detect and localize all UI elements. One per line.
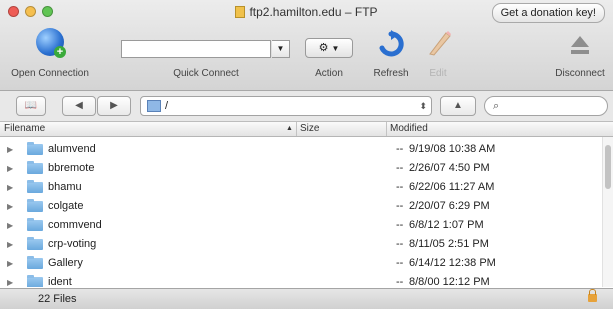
path-selector[interactable]: / ⬍ [140, 96, 432, 116]
file-list: ▶ alumvend -- 9/19/08 10:38 AM ▶ bbremot… [0, 137, 613, 287]
bookmarks-button[interactable]: 📖 [16, 96, 46, 116]
folder-icon [27, 256, 43, 269]
drive-icon [147, 100, 161, 112]
file-size: -- [396, 143, 404, 155]
column-divider[interactable] [296, 122, 297, 136]
file-row[interactable]: ▶ bbremote -- 2/26/07 4:50 PM [0, 159, 613, 178]
quick-connect-input[interactable] [121, 40, 271, 58]
donation-key-button[interactable]: Get a donation key! [491, 3, 605, 23]
plus-badge-icon: + [54, 46, 66, 58]
disclosure-triangle-icon[interactable]: ▶ [7, 216, 13, 235]
folder-icon [27, 142, 43, 155]
refresh-label: Refresh [373, 68, 409, 79]
document-icon [235, 6, 246, 18]
edit-label: Edit [429, 68, 447, 79]
file-size: -- [396, 181, 404, 193]
sort-ascending-icon: ▲ [286, 125, 293, 132]
forward-arrow-icon: ▶ [110, 100, 118, 111]
open-connection-label: Open Connection [11, 68, 89, 79]
file-modified: 2/26/07 4:50 PM [409, 162, 490, 174]
file-row[interactable]: ▶ bhamu -- 6/22/06 11:27 AM [0, 178, 613, 197]
file-size: -- [396, 257, 404, 269]
disconnect-label: Disconnect [555, 68, 605, 79]
file-row[interactable]: ▶ ident -- 8/8/00 12:12 PM [0, 273, 613, 287]
scrollbar-thumb[interactable] [605, 145, 611, 189]
file-name: ident [48, 276, 72, 287]
refresh-button[interactable]: Refresh [368, 24, 414, 84]
column-divider[interactable] [386, 122, 387, 136]
window-title-text: ftp2.hamilton.edu – FTP [249, 5, 378, 19]
file-modified: 9/19/08 10:38 AM [409, 143, 496, 155]
edit-button[interactable]: Edit [418, 24, 458, 84]
eject-icon [571, 36, 589, 54]
up-arrow-icon: ▲ [453, 100, 463, 111]
action-label: Action [315, 68, 343, 79]
lock-icon[interactable] [588, 289, 597, 302]
file-row[interactable]: ▶ Gallery -- 6/14/12 12:38 PM [0, 254, 613, 273]
file-row[interactable]: ▶ commvend -- 6/8/12 1:07 PM [0, 216, 613, 235]
file-name: bhamu [48, 181, 82, 193]
folder-icon [27, 161, 43, 174]
disclosure-triangle-icon[interactable]: ▶ [7, 140, 13, 159]
file-modified: 8/8/00 12:12 PM [409, 276, 490, 287]
forward-button[interactable]: ▶ [97, 96, 131, 116]
folder-icon [27, 275, 43, 287]
file-modified: 8/11/05 2:51 PM [409, 238, 489, 250]
disclosure-triangle-icon[interactable]: ▶ [7, 159, 13, 178]
vertical-scrollbar[interactable] [602, 137, 613, 287]
toolbar: + Open Connection Quick Connect ▼ ⚙ ▼ Ac… [0, 24, 613, 86]
size-column-header[interactable]: Size [300, 123, 319, 134]
file-size: -- [396, 276, 404, 287]
file-size: -- [396, 238, 404, 250]
pencil-icon [429, 31, 451, 56]
filename-column-header[interactable]: Filename [4, 123, 45, 134]
disclosure-triangle-icon[interactable]: ▶ [7, 235, 13, 254]
quick-connect-label: Quick Connect [173, 68, 239, 79]
file-row[interactable]: ▶ alumvend -- 9/19/08 10:38 AM [0, 140, 613, 159]
back-button[interactable]: ◀ [62, 96, 96, 116]
disclosure-triangle-icon[interactable]: ▶ [7, 273, 13, 287]
file-row[interactable]: ▶ colgate -- 2/20/07 6:29 PM [0, 197, 613, 216]
book-icon: 📖 [24, 100, 38, 111]
folder-icon [27, 237, 43, 250]
action-tool: Action [305, 24, 353, 84]
search-field[interactable]: ⌕ [484, 96, 608, 116]
folder-icon [27, 180, 43, 193]
path-text: / [165, 100, 169, 112]
file-name: alumvend [48, 143, 96, 155]
disconnect-button[interactable]: Disconnect [548, 24, 612, 84]
ftp-window: ftp2.hamilton.edu – FTP Get a donation k… [0, 0, 613, 309]
file-name: Gallery [48, 257, 83, 269]
back-arrow-icon: ◀ [75, 100, 83, 111]
open-connection-button[interactable]: + Open Connection [2, 24, 98, 84]
file-count: 22 Files [38, 293, 77, 305]
modified-column-header[interactable]: Modified [390, 123, 428, 134]
file-name: crp-voting [48, 238, 97, 250]
file-modified: 6/22/06 11:27 AM [409, 181, 495, 193]
file-row[interactable]: ▶ crp-voting -- 8/11/05 2:51 PM [0, 235, 613, 254]
file-name: colgate [48, 200, 84, 212]
file-size: -- [396, 162, 404, 174]
file-size: -- [396, 200, 404, 212]
refresh-icon [379, 30, 404, 57]
file-modified: 2/20/07 6:29 PM [409, 200, 490, 212]
disclosure-triangle-icon[interactable]: ▶ [7, 178, 13, 197]
search-icon: ⌕ [493, 100, 500, 112]
file-modified: 6/8/12 1:07 PM [409, 219, 484, 231]
folder-icon [27, 218, 43, 231]
column-header: Filename ▲ Size Modified [0, 122, 613, 137]
folder-icon [27, 199, 43, 212]
disclosure-triangle-icon[interactable]: ▶ [7, 254, 13, 273]
navigation-bar: 📖 ◀ ▶ / ⬍ ▲ ⌕ [0, 91, 613, 122]
status-bar: 22 Files [0, 288, 613, 309]
quick-connect-dropdown[interactable]: ▼ [272, 40, 290, 58]
file-size: -- [396, 219, 404, 231]
file-name: commvend [48, 219, 102, 231]
file-name: bbremote [48, 162, 95, 174]
disclosure-triangle-icon[interactable]: ▶ [7, 197, 13, 216]
up-directory-button[interactable]: ▲ [440, 96, 476, 116]
file-modified: 6/14/12 12:38 PM [409, 257, 496, 269]
updown-arrows-icon: ⬍ [419, 101, 427, 111]
title-bar: ftp2.hamilton.edu – FTP Get a donation k… [0, 0, 613, 91]
